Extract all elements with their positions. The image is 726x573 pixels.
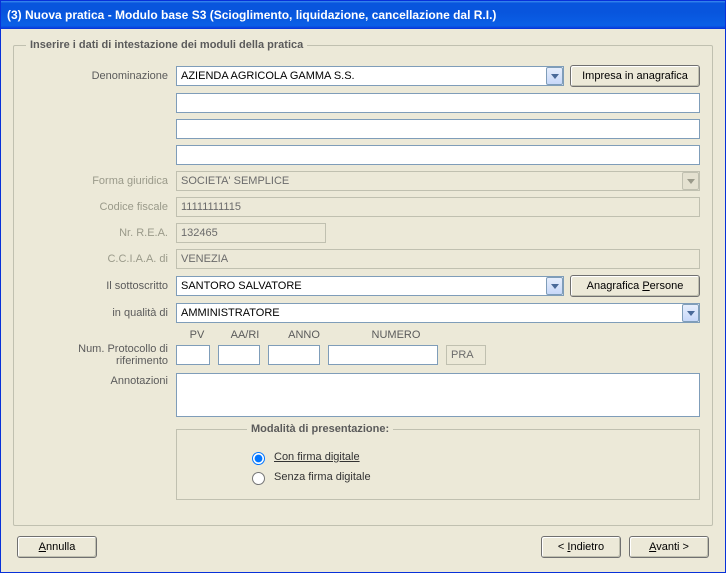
impresa-anagrafica-button[interactable]: Impresa in anagrafica — [570, 65, 700, 87]
modalita-group: Modalità di presentazione: Con firma dig… — [176, 423, 700, 500]
forma-giuridica-select: SOCIETA' SEMPLICE — [176, 171, 700, 191]
annulla-button[interactable]: Annulla — [17, 536, 97, 558]
window: (3) Nuova pratica - Modulo base S3 (Scio… — [0, 0, 726, 573]
denominazione-extra-2[interactable] — [176, 119, 700, 139]
label-forma-giuridica: Forma giuridica — [26, 175, 176, 187]
qualita-value: AMMINISTRATORE — [181, 307, 682, 319]
label-protocollo: Num. Protocollo di riferimento — [26, 343, 176, 367]
radio-con-firma[interactable] — [252, 452, 265, 465]
header-group: Inserire i dati di intestazione dei modu… — [13, 39, 713, 526]
anagrafica-persone-button[interactable]: Anagrafica Persone — [570, 275, 700, 297]
proto-suffix-field — [446, 345, 486, 365]
proto-numero-field[interactable] — [328, 345, 438, 365]
label-cciaa: C.C.I.A.A. di — [26, 253, 176, 265]
label-codice-fiscale: Codice fiscale — [26, 201, 176, 213]
window-title: (3) Nuova pratica - Modulo base S3 (Scio… — [7, 8, 496, 22]
proto-pv-field[interactable] — [176, 345, 210, 365]
proto-aari-field[interactable] — [218, 345, 260, 365]
chevron-down-icon[interactable] — [682, 304, 699, 322]
chevron-down-icon[interactable] — [546, 67, 563, 85]
footer: Annulla < Indietro Avanti > — [13, 526, 713, 566]
denominazione-select[interactable]: AZIENDA AGRICOLA GAMMA S.S. — [176, 66, 564, 86]
label-qualita: in qualità di — [26, 307, 176, 319]
label-sottoscritto: Il sottoscritto — [26, 280, 176, 292]
chevron-down-icon[interactable] — [546, 277, 563, 295]
client-area: Inserire i dati di intestazione dei modu… — [1, 29, 725, 572]
avanti-button[interactable]: Avanti > — [629, 536, 709, 558]
forma-giuridica-value: SOCIETA' SEMPLICE — [181, 175, 682, 187]
cciaa-field — [176, 249, 700, 269]
modalita-legend: Modalità di presentazione: — [247, 423, 393, 435]
annotazioni-field[interactable] — [176, 373, 700, 417]
proto-anno-field[interactable] — [268, 345, 320, 365]
denominazione-extra-3[interactable] — [176, 145, 700, 165]
radio-senza-firma[interactable] — [252, 472, 265, 485]
sottoscritto-value: SANTORO SALVATORE — [181, 280, 546, 292]
indietro-button[interactable]: < Indietro — [541, 536, 621, 558]
qualita-select[interactable]: AMMINISTRATORE — [176, 303, 700, 323]
proto-head-aari: AA/RI — [218, 329, 272, 341]
group-legend: Inserire i dati di intestazione dei modu… — [26, 39, 307, 51]
titlebar: (3) Nuova pratica - Modulo base S3 (Scio… — [1, 1, 725, 29]
proto-head-anno: ANNO — [272, 329, 336, 341]
proto-head-numero: NUMERO — [336, 329, 456, 341]
label-denominazione: Denominazione — [26, 70, 176, 82]
chevron-down-icon — [682, 172, 699, 190]
denominazione-value: AZIENDA AGRICOLA GAMMA S.S. — [181, 70, 546, 82]
nr-rea-field — [176, 223, 326, 243]
label-nr-rea: Nr. R.E.A. — [26, 227, 176, 239]
codice-fiscale-field — [176, 197, 700, 217]
label-annotazioni: Annotazioni — [26, 373, 176, 387]
radio-senza-firma-label: Senza firma digitale — [274, 471, 371, 483]
radio-con-firma-label: Con firma digitale — [274, 451, 360, 463]
sottoscritto-select[interactable]: SANTORO SALVATORE — [176, 276, 564, 296]
proto-head-pv: PV — [176, 329, 218, 341]
denominazione-extra-1[interactable] — [176, 93, 700, 113]
